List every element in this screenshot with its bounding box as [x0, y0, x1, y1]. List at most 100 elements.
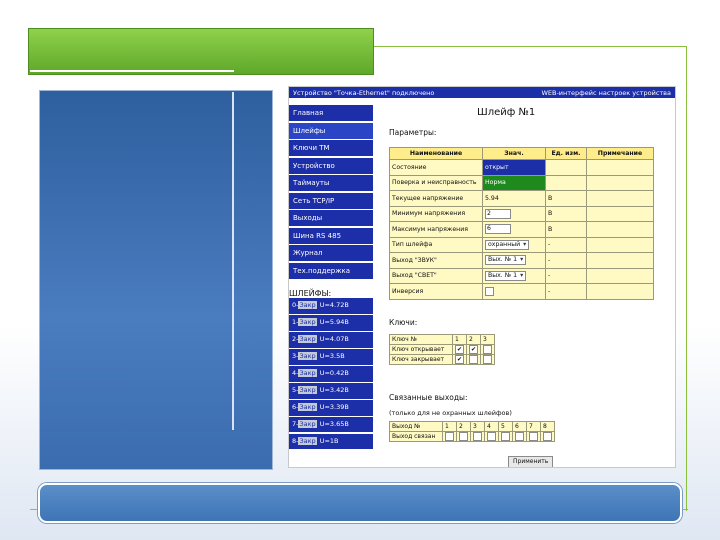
output-checkbox[interactable] — [459, 432, 468, 441]
key-close-checkbox-3[interactable] — [483, 355, 492, 364]
param-value-cell: 2 — [482, 205, 546, 222]
nav-item[interactable]: Сеть TCP/IP — [289, 192, 373, 209]
param-row: Поверка и неисправность Норма — [389, 174, 654, 191]
output-cell — [484, 431, 499, 442]
output-checkbox[interactable] — [473, 432, 482, 441]
sensor-item[interactable]: 2-Закр U=4.07В — [289, 331, 373, 348]
param-unit — [545, 174, 587, 191]
sensor-voltage: U=5.94В — [319, 317, 349, 326]
output-checkbox[interactable] — [445, 432, 454, 441]
param-value-cell: Вых. № 1 — [482, 252, 546, 269]
output-checkbox[interactable] — [515, 432, 524, 441]
sensor-item[interactable]: 6-Закр U=3.39В — [289, 399, 373, 416]
nav-item[interactable]: Ключи ТМ — [289, 140, 373, 156]
param-value-cell — [482, 283, 546, 300]
param-note — [586, 267, 654, 284]
output-cell — [526, 431, 541, 442]
param-row: Состояние открыт — [389, 159, 654, 176]
slide-left-panel — [39, 90, 273, 470]
current-voltage-value: 5.94 — [485, 194, 499, 202]
nav-item[interactable]: Выходы — [289, 210, 373, 226]
loop-type-select[interactable]: охранный — [485, 239, 530, 250]
output-cell — [470, 431, 485, 442]
param-row: Инверсия - — [389, 283, 654, 300]
sensor-item[interactable]: 8-Закр U=1В — [289, 433, 373, 450]
param-note — [586, 283, 654, 300]
page-title: Шлейф №1 — [477, 107, 536, 118]
sensor-voltage: U=0.42В — [319, 368, 349, 377]
web-title: WEB-интерфейс настроек устройства — [541, 88, 671, 97]
output-cell — [540, 431, 555, 442]
apply-button[interactable]: Применить — [508, 456, 554, 467]
nav-item[interactable]: Журнал — [289, 245, 373, 261]
param-note — [586, 252, 654, 269]
sensor-item[interactable]: 7-Закр U=3.65В — [289, 416, 373, 433]
nav-item[interactable]: Шлейфы — [289, 122, 373, 139]
col-unit-header: Ед. изм. — [545, 147, 587, 160]
param-unit: В — [545, 221, 587, 238]
outputs-note: (только для не охранных шлейфов) — [389, 409, 512, 417]
sensor-item[interactable]: 0-Закр U=4.72В — [289, 298, 373, 314]
output-cell — [456, 431, 471, 442]
param-name: Поверка и неисправность — [389, 174, 483, 191]
param-row: Тип шлейфаохранный - — [389, 236, 654, 253]
param-name: Тип шлейфа — [389, 236, 483, 253]
nav-item[interactable]: Шина RS 485 — [289, 227, 373, 244]
key-open-checkbox-1[interactable]: ✔ — [455, 345, 464, 354]
sensor-state: Закр — [298, 385, 317, 394]
param-row: Минимум напряжения 2 В — [389, 205, 654, 222]
sensor-voltage: U=4.72В — [319, 301, 349, 309]
sensor-item[interactable]: 4-Закр U=0.42В — [289, 365, 373, 382]
nav-item[interactable]: Таймауты — [289, 175, 373, 191]
output-checkbox[interactable] — [529, 432, 538, 441]
output-checkbox[interactable] — [501, 432, 510, 441]
nav-item[interactable]: Главная — [289, 105, 373, 121]
param-value-cell: 6 — [482, 221, 546, 238]
keys-label: Ключи: — [389, 318, 418, 327]
param-row: Текущее напряжение 5.94 В — [389, 190, 654, 207]
sensor-voltage: U=3.5В — [319, 351, 345, 360]
output-number: 5 — [498, 421, 513, 432]
inversion-checkbox[interactable] — [485, 286, 494, 296]
key-close-checkbox-2[interactable] — [469, 355, 478, 364]
param-name: Состояние — [389, 159, 483, 176]
outputs-label: Связанные выходы: — [389, 393, 468, 402]
sound-output-select[interactable]: Вых. № 1 — [485, 255, 527, 266]
key-number: 2 — [466, 334, 481, 345]
sensor-item[interactable]: 3-Закр U=3.5В — [289, 348, 373, 365]
output-checkbox[interactable] — [543, 432, 552, 441]
param-note — [586, 205, 654, 222]
param-unit: - — [545, 267, 587, 284]
param-value-cell: 5.94 — [482, 190, 546, 207]
key-number: 3 — [480, 334, 495, 345]
sensor-item[interactable]: 5-Закр U=3.42В — [289, 382, 373, 399]
nav-item[interactable]: Тех.поддержка — [289, 262, 373, 279]
key-close-checkbox-1[interactable]: ✔ — [455, 355, 464, 364]
param-value-cell: Норма — [482, 174, 546, 191]
outputs-header: Выход № — [389, 421, 443, 432]
keys-open-label: Ключ открывает — [389, 344, 453, 355]
sensor-item[interactable]: 1-Закр U=5.94В — [289, 314, 373, 331]
light-output-select[interactable]: Вых. № 1 — [485, 270, 527, 281]
param-unit: - — [545, 236, 587, 253]
sensor-state: Закр — [298, 351, 317, 360]
slide-footer-bar — [38, 483, 682, 523]
param-note — [586, 190, 654, 207]
param-name: Минимум напряжения — [389, 205, 483, 222]
output-cell — [442, 431, 457, 442]
param-row: Выход "СВЕТ"Вых. № 1 - — [389, 267, 654, 284]
output-checkbox[interactable] — [487, 432, 496, 441]
param-unit: В — [545, 190, 587, 207]
key-open-checkbox-2[interactable]: ✔ — [469, 345, 478, 354]
nav-item[interactable]: Устройство — [289, 157, 373, 174]
fault-value: Норма — [485, 179, 506, 187]
slide-title-tab — [28, 28, 374, 75]
min-voltage-input[interactable]: 2 — [485, 208, 511, 219]
outputs-table: Выход № 12345678 Выход связан — [389, 421, 555, 442]
sensor-state: Закр — [298, 402, 317, 411]
output-number: 8 — [540, 421, 555, 432]
sensor-voltage: U=3.39В — [319, 402, 349, 411]
max-voltage-input[interactable]: 6 — [485, 224, 511, 235]
param-value-cell: охранный — [482, 236, 546, 253]
key-open-checkbox-3[interactable] — [483, 345, 492, 354]
